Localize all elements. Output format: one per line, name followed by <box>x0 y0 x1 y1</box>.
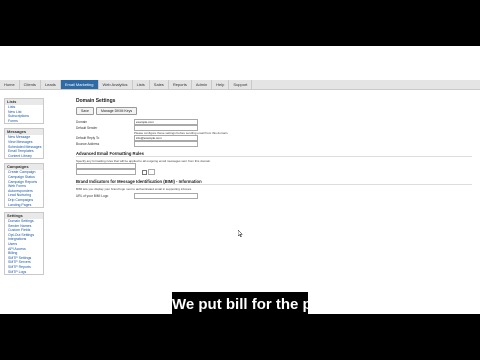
bimi-logo-input[interactable] <box>134 193 198 199</box>
sidebar-panel: Campaigns Create Campaign Campaign Status C… <box>4 163 44 209</box>
field-row: Bounce Address <box>72 141 472 147</box>
mouse-cursor-icon <box>238 230 243 237</box>
sidebar-link[interactable]: SMTP Logs <box>5 270 43 275</box>
field-label: Default Sender <box>76 126 98 130</box>
nav-tab[interactable]: Reports <box>169 80 192 89</box>
nav-tab[interactable]: Sales <box>150 80 169 89</box>
action-buttons: Save Manage DKIM Keys <box>76 107 472 115</box>
browser-frame: Home Clients Leads Email Marketing Web Analy… <box>0 46 480 314</box>
page-title: Domain Settings <box>76 98 116 104</box>
rule-checkbox[interactable] <box>142 169 147 175</box>
nav-tab[interactable]: Admin <box>192 80 213 89</box>
nav-tab[interactable]: Web Analytics <box>99 80 133 89</box>
main-nav: Home Clients Leads Email Marketing Web Analy… <box>0 80 480 90</box>
rule-value-input[interactable] <box>76 169 136 175</box>
subtitle-caption: We put bill for the prefix <box>172 292 344 314</box>
nav-tab[interactable]: Support <box>229 80 253 89</box>
section-heading: Brand Indicators for Message Identificat… <box>76 179 472 185</box>
bimi-row: URL of your BIMI Logo <box>72 193 472 199</box>
save-button[interactable]: Save <box>76 107 94 115</box>
field-label: Default Reply To <box>76 136 100 140</box>
nav-tab[interactable]: Help <box>212 80 230 89</box>
bounce-input[interactable] <box>134 141 198 147</box>
main-content: Domain Settings Save Manage DKIM Keys Do… <box>72 98 472 199</box>
sidebar-link[interactable]: Forms <box>5 119 43 124</box>
rule-select[interactable] <box>148 169 155 175</box>
sidebar-link[interactable]: Content Library <box>5 154 43 159</box>
nav-tab[interactable]: Leads <box>41 80 61 89</box>
sidebar: Lists Lists New List Subscriptions Forms Mess… <box>4 98 44 279</box>
nav-tab[interactable]: Lists <box>133 80 150 89</box>
manage-dkim-button[interactable]: Manage DKIM Keys <box>95 107 138 115</box>
sidebar-panel: Settings Domain Settings Sender Names Custo… <box>4 212 44 276</box>
rule-row <box>72 169 472 175</box>
caption-text: We put bill for the prefix <box>172 296 344 313</box>
field-label: Bounce Address <box>76 142 100 146</box>
sidebar-panel: Lists Lists New List Subscriptions Forms <box>4 98 44 125</box>
nav-tab[interactable]: Home <box>0 80 20 89</box>
field-label: Domain <box>76 120 87 124</box>
section-heading: Advanced Email Formatting Rules <box>76 151 472 157</box>
sidebar-panel: Messages New Message View Messages Schedule… <box>4 128 44 160</box>
field-label: URL of your BIMI Logo <box>76 194 109 198</box>
sidebar-link[interactable]: Landing Pages <box>5 203 43 208</box>
bimi-description: BIMI lets you display your brand logo ne… <box>76 187 192 191</box>
nav-tab[interactable]: Clients <box>20 80 41 89</box>
nav-tab[interactable]: Email Marketing <box>60 80 99 89</box>
